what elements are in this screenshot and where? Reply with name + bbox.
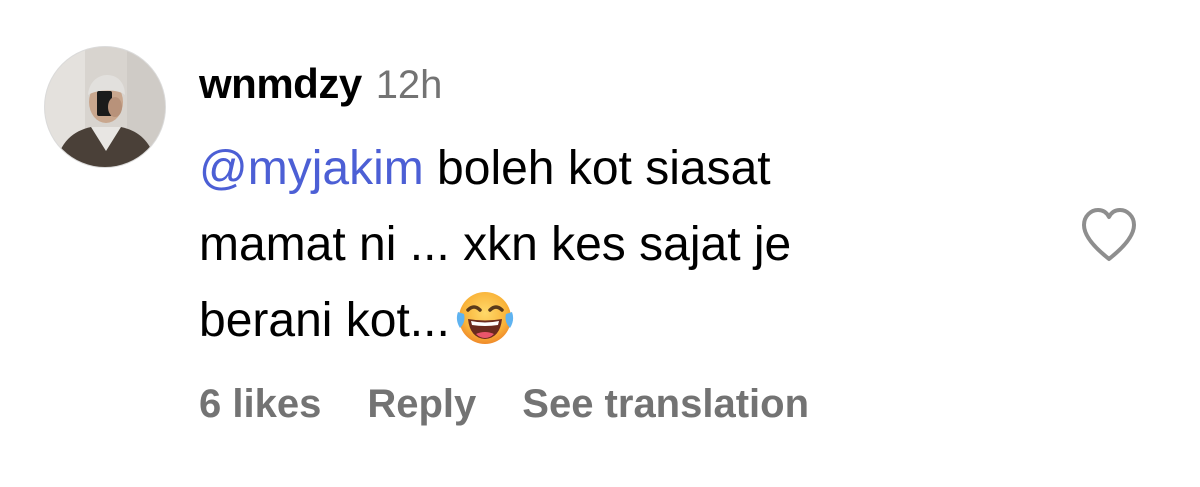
comment-header: wnmdzy 12h <box>199 60 442 116</box>
comment-actions: 6 likes Reply See translation <box>199 382 809 427</box>
see-translation-button[interactable]: See translation <box>522 382 809 427</box>
tears-of-joy-emoji-icon <box>454 286 516 348</box>
comment-text: @myjakim boleh kot siasat mamat ni ... x… <box>199 131 1019 359</box>
likes-count[interactable]: 6 likes <box>199 382 321 427</box>
comment-text-line-1: boleh kot siasat <box>423 142 771 195</box>
heart-icon[interactable] <box>1078 206 1140 264</box>
comment-line-3: berani kot... <box>199 283 1019 359</box>
reply-button[interactable]: Reply <box>367 382 476 427</box>
comment-line-1: @myjakim boleh kot siasat <box>199 131 1019 207</box>
comment-timestamp[interactable]: 12h <box>376 63 443 108</box>
username-link[interactable]: wnmdzy <box>199 60 362 108</box>
avatar[interactable] <box>44 46 166 168</box>
mention-link[interactable]: @myjakim <box>199 142 424 195</box>
comment-text-line-3: berani kot... <box>199 294 450 347</box>
comment-item: wnmdzy 12h @myjakim boleh kot siasat mam… <box>0 0 1200 487</box>
comment-line-2: mamat ni ... xkn kes sajat je <box>199 218 792 271</box>
